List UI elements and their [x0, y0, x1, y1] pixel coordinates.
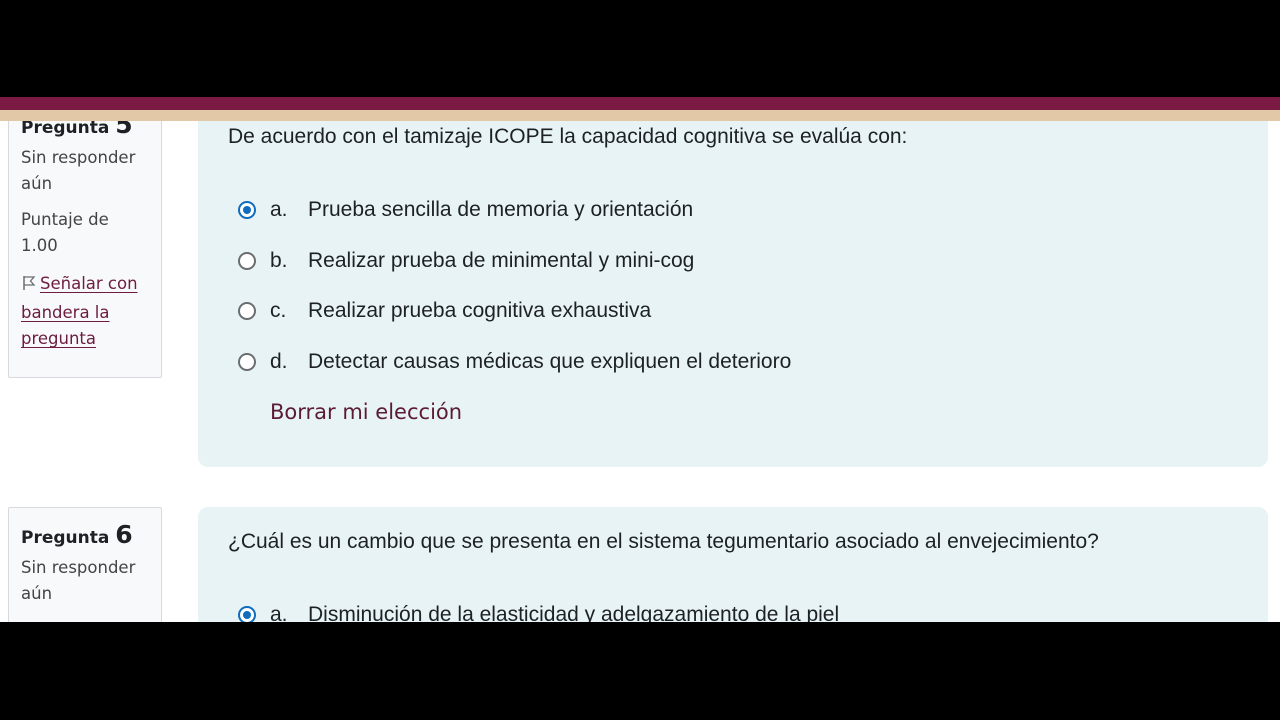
answer-letter: a.	[270, 198, 288, 221]
answer-option-a[interactable]: a. Prueba sencilla de memoria y orientac…	[238, 195, 693, 225]
quiz-page: Pregunta 5 Sin responder aún Puntaje de …	[0, 97, 1280, 622]
radio-button-checked[interactable]	[238, 201, 256, 219]
answer-text: Detectar causas médicas que expliquen el…	[308, 350, 792, 373]
answer-letter: c.	[270, 299, 287, 322]
flag-icon	[21, 273, 37, 300]
radio-button[interactable]	[238, 252, 256, 270]
answer-text: Realizar prueba de minimental y mini-cog	[308, 249, 695, 272]
radio-button-checked[interactable]	[238, 606, 256, 622]
question-5-info: Pregunta 5 Sin responder aún Puntaje de …	[8, 97, 162, 378]
answer-letter: d.	[270, 350, 288, 373]
question-state: Sin responder aún	[21, 148, 136, 193]
flag-question-label: Señalar con bandera la pregunta	[21, 274, 138, 348]
question-label: Pregunta	[21, 528, 110, 548]
question-label: Pregunta	[21, 118, 110, 138]
answer-option-b[interactable]: b. Realizar prueba de minimental y mini-…	[238, 246, 694, 276]
question-number: 6	[115, 520, 133, 549]
question-6-title: Pregunta 6	[21, 520, 149, 549]
radio-button[interactable]	[238, 353, 256, 371]
flag-question-link[interactable]: Señalar con bandera la pregunta	[21, 271, 149, 353]
header-accent-bar	[0, 110, 1280, 121]
question-5-content: De acuerdo con el tamizaje ICOPE la capa…	[198, 97, 1268, 467]
answer-letter: b.	[270, 249, 288, 272]
question-text: ¿Cuál es un cambio que se presenta en el…	[228, 530, 1099, 553]
question-grade: Puntaje de 1.00	[21, 210, 109, 255]
radio-button[interactable]	[238, 302, 256, 320]
question-state: Sin responder aún	[21, 558, 136, 603]
answer-letter: a.	[270, 603, 288, 622]
header-bar	[0, 97, 1280, 110]
answer-text: Realizar prueba cognitiva exhaustiva	[308, 299, 652, 322]
answer-text: Disminución de la elasticidad y adelgaza…	[308, 603, 840, 622]
clear-choice-link[interactable]: Borrar mi elección	[270, 400, 462, 424]
answer-option-d[interactable]: d. Detectar causas médicas que expliquen…	[238, 347, 791, 377]
answer-option-c[interactable]: c. Realizar prueba cognitiva exhaustiva	[238, 296, 651, 326]
question-text: De acuerdo con el tamizaje ICOPE la capa…	[228, 125, 908, 148]
question-6-content: ¿Cuál es un cambio que se presenta en el…	[198, 507, 1268, 622]
question-6-info: Pregunta 6 Sin responder aún	[8, 507, 162, 622]
answer-text: Prueba sencilla de memoria y orientación	[308, 198, 694, 221]
answer-option-a[interactable]: a. Disminución de la elasticidad y adelg…	[238, 600, 839, 622]
